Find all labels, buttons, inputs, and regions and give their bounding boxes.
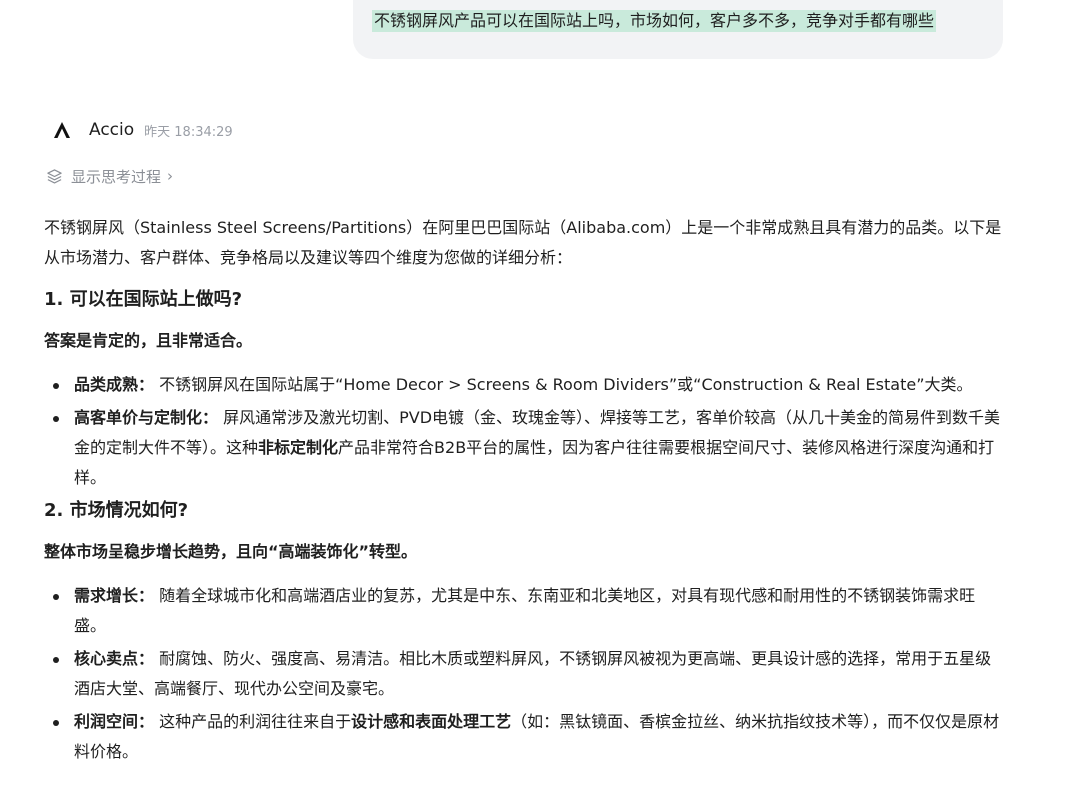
list-item: 核心卖点： 耐腐蚀、防火、强度高、易清洁。相比木质或塑料屏风，不锈钢屏风被视为更… xyxy=(44,644,1004,704)
chevron-right-icon: › xyxy=(167,167,174,185)
bullet-text: 随着全球城市化和高端酒店业的复苏，尤其是中东、东南亚和北美地区，对具有现代感和耐… xyxy=(74,586,976,635)
section-lead-2: 整体市场呈稳步增长趋势，且向“高端装饰化”转型。 xyxy=(44,542,418,561)
assistant-name: Accio xyxy=(89,120,135,140)
list-item: 利润空间： 这种产品的利润往往来自于设计感和表面处理工艺（如：黑钛镜面、香槟金拉… xyxy=(44,707,1004,767)
section-2-list: 需求增长： 随着全球城市化和高端酒店业的复苏，尤其是中东、东南亚和北美地区，对具… xyxy=(44,581,1004,767)
section-heading-2: 2. 市场情况如何? xyxy=(44,500,189,521)
bullet-text: 耐腐蚀、防火、强度高、易清洁。相比木质或塑料屏风，不锈钢屏风被视为更高端、更具设… xyxy=(74,649,992,698)
assistant-header: Accio 昨天 18:34:29 xyxy=(52,118,233,142)
bullet-label: 需求增长： xyxy=(74,586,155,605)
bullet-text: 不锈钢屏风在国际站属于“Home Decor > Screens & Room … xyxy=(159,375,973,394)
bullet-label: 利润空间： xyxy=(74,712,155,731)
accio-logo-icon xyxy=(54,122,70,138)
bullet-emphasis: 设计感和表面处理工艺 xyxy=(351,712,512,731)
layers-icon xyxy=(47,168,62,184)
bullet-label: 核心卖点： xyxy=(74,649,155,668)
bullet-emphasis: 非标定制化 xyxy=(258,438,339,457)
show-thinking-label: 显示思考过程 xyxy=(71,167,162,186)
user-message-text[interactable]: 不锈钢屏风产品可以在国际站上吗，市场如何，客户多不多，竞争对手都有哪些 xyxy=(372,10,937,32)
section-1-list: 品类成熟： 不锈钢屏风在国际站属于“Home Decor > Screens &… xyxy=(44,370,1004,493)
assistant-answer: 不锈钢屏风（Stainless Steel Screens/Partitions… xyxy=(44,213,1004,770)
section-heading-1: 1. 可以在国际站上做吗? xyxy=(44,289,243,310)
list-item: 品类成熟： 不锈钢屏风在国际站属于“Home Decor > Screens &… xyxy=(44,370,1004,400)
bullet-label: 品类成熟： xyxy=(74,375,155,394)
list-item: 高客单价与定制化： 屏风通常涉及激光切割、PVD电镀（金、玫瑰金等）、焊接等工艺… xyxy=(44,403,1004,493)
bullet-label: 高客单价与定制化： xyxy=(74,408,219,427)
bullet-text: 这种产品的利润往往来自于 xyxy=(159,712,352,731)
message-timestamp: 昨天 18:34:29 xyxy=(144,124,233,140)
show-thinking-button[interactable]: 显示思考过程 › xyxy=(46,165,173,187)
list-item: 需求增长： 随着全球城市化和高端酒店业的复苏，尤其是中东、东南亚和北美地区，对具… xyxy=(44,581,1004,641)
chat-page: 不锈钢屏风产品可以在国际站上吗，市场如何，客户多不多，竞争对手都有哪些 Acci… xyxy=(0,0,1080,794)
answer-intro: 不锈钢屏风（Stainless Steel Screens/Partitions… xyxy=(44,218,1002,267)
user-message-bubble: 不锈钢屏风产品可以在国际站上吗，市场如何，客户多不多，竞争对手都有哪些 xyxy=(353,0,1003,59)
section-lead-1: 答案是肯定的，且非常适合。 xyxy=(44,331,253,350)
